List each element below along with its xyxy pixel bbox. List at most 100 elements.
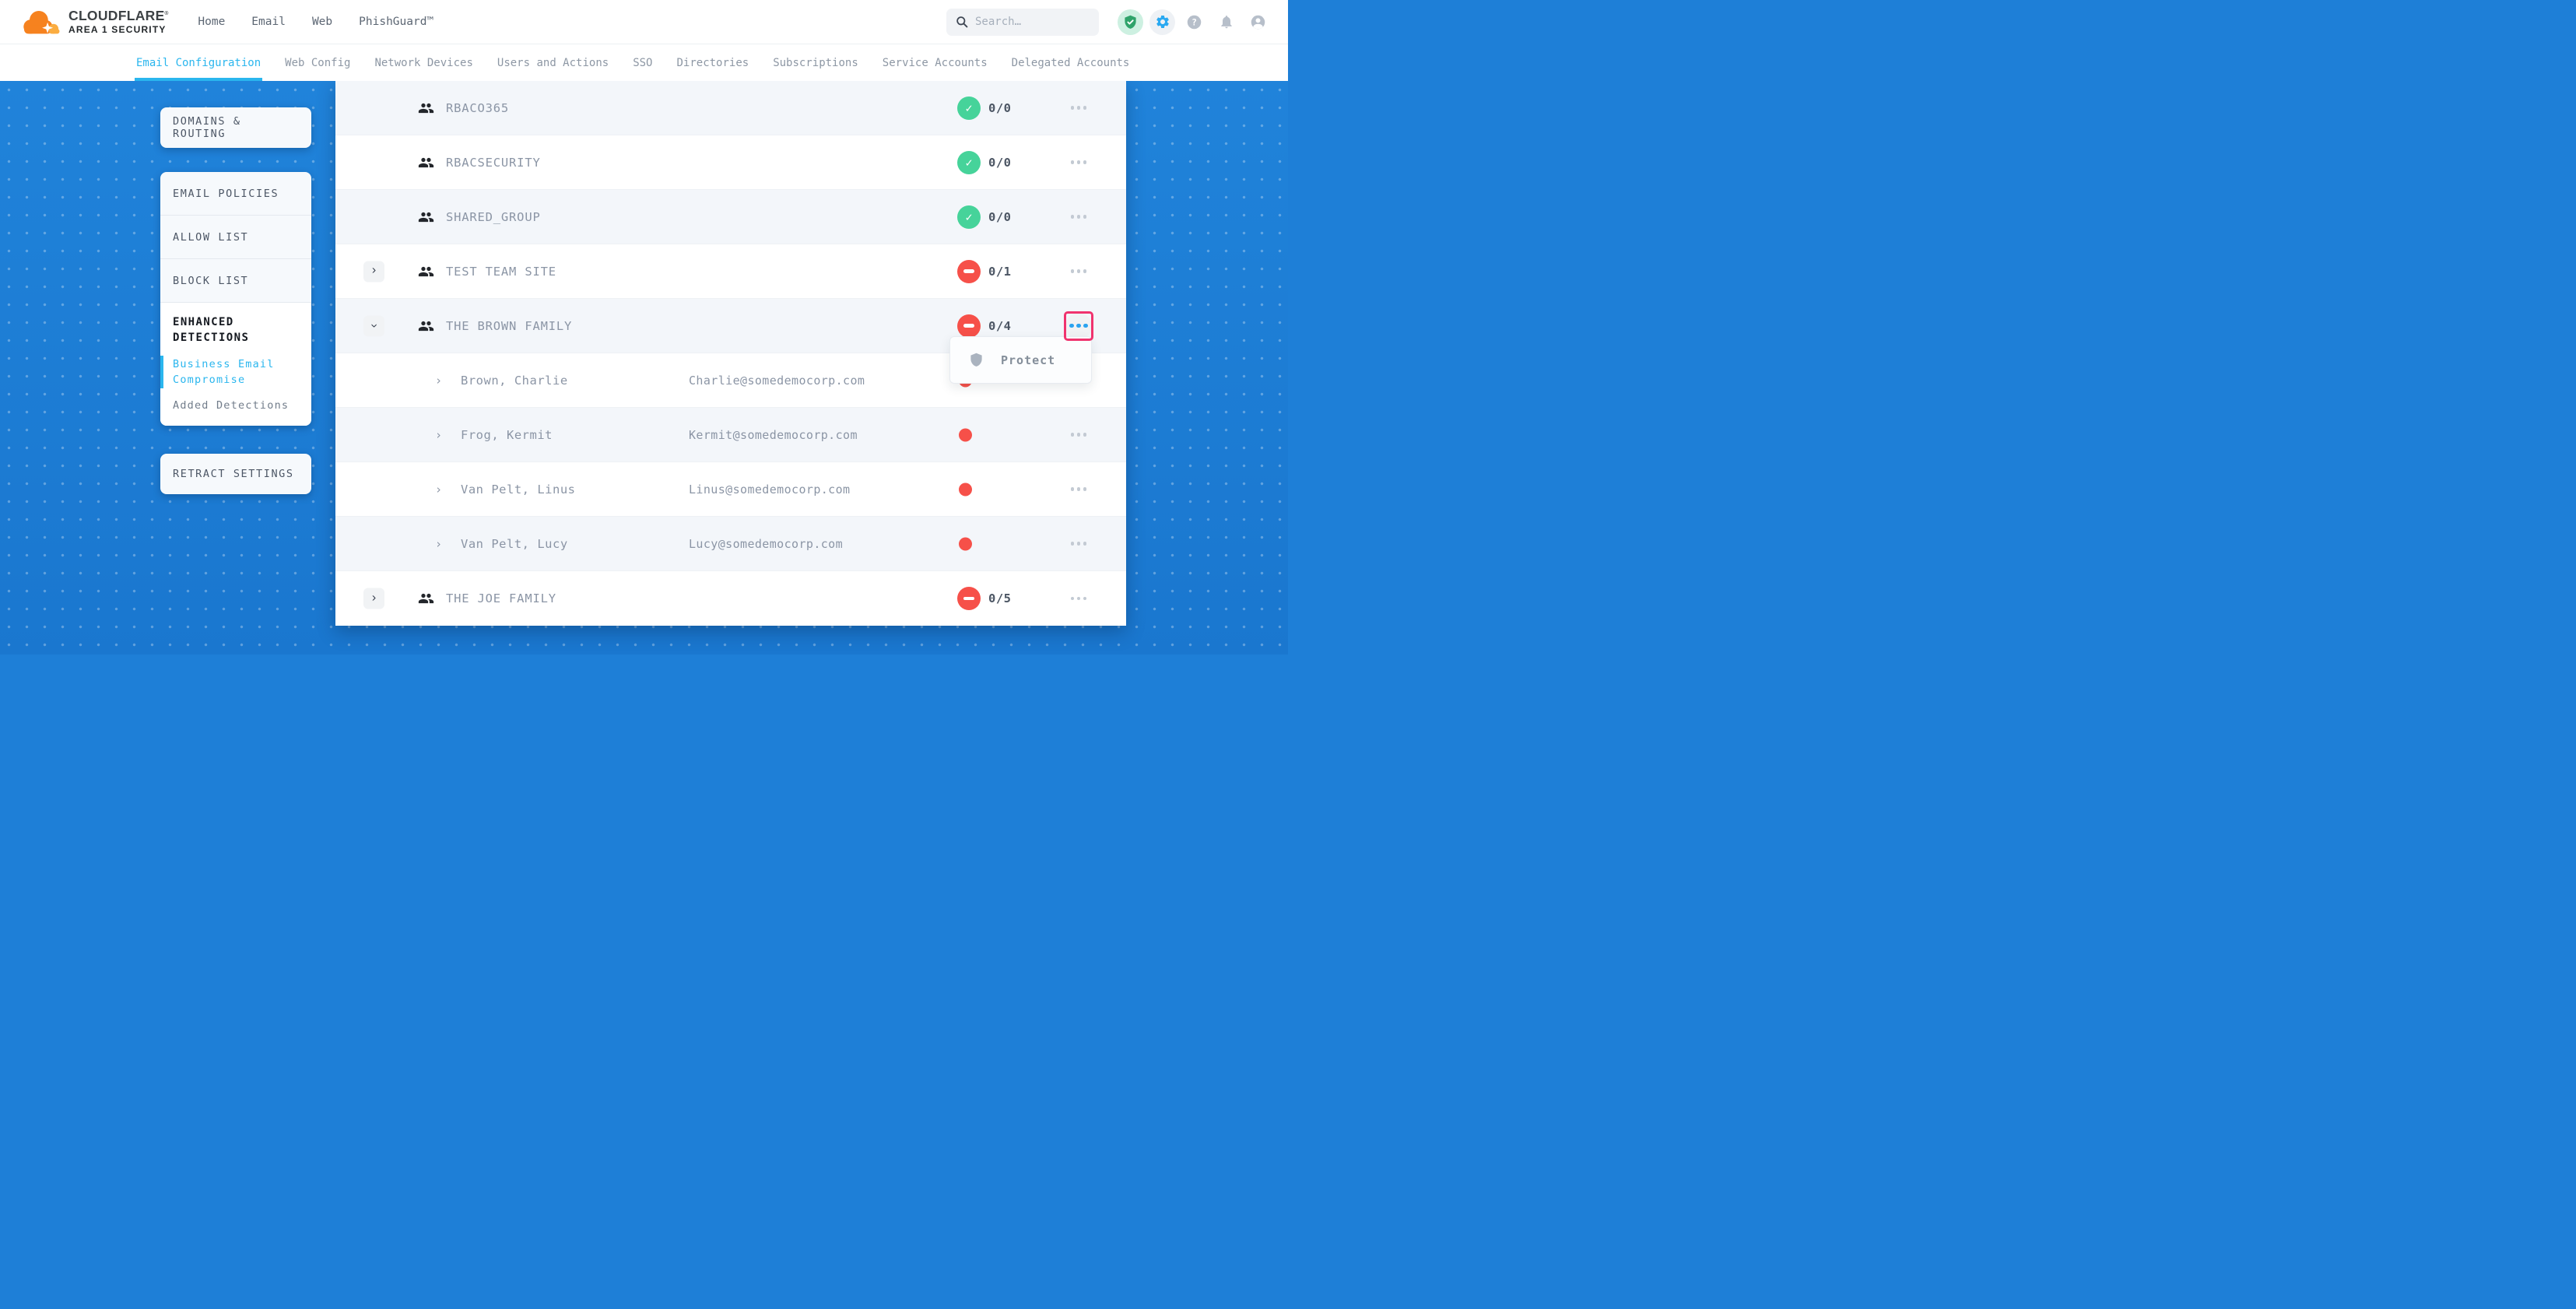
protected-count: 0/0 [988, 156, 1012, 170]
sidebar-item-allow-list[interactable]: ALLOW LIST [160, 216, 311, 259]
protected-count: 0/4 [988, 319, 1012, 333]
sidebar-item-enhanced-detections[interactable]: ENHANCED DETECTIONS [173, 314, 271, 346]
sidebar-card-retract: RETRACT SETTINGS [160, 454, 311, 494]
protected-count: 0/5 [988, 591, 1012, 605]
content-area: DOMAINS & ROUTING EMAIL POLICIES ALLOW L… [0, 81, 1288, 654]
config-tabs: Email Configuration Web Config Network D… [0, 44, 1288, 81]
sidebar: DOMAINS & ROUTING EMAIL POLICIES ALLOW L… [160, 107, 311, 494]
cloudflare-logo[interactable]: CLOUDFLARE® AREA 1 SECURITY [19, 7, 168, 37]
member-email: Linus@somedemocorp.com [689, 483, 850, 497]
logo-subtitle: AREA 1 SECURITY [68, 25, 168, 35]
tab-sso[interactable]: SSO [633, 44, 652, 81]
sidebar-item-business-email-compromise[interactable]: Business Email Compromise [173, 356, 299, 388]
annotation-highlight-box [1064, 311, 1093, 341]
tab-network-devices[interactable]: Network Devices [374, 44, 472, 81]
group-name: RBACO365 [446, 101, 509, 115]
row-menu-button[interactable] [1065, 149, 1092, 176]
table-row-group: RBACSECURITY 0/0 [335, 135, 1126, 190]
row-menu-button[interactable] [1065, 95, 1092, 121]
table-row-group: RBACO365 0/0 [335, 81, 1126, 135]
table-row-member: › Frog, Kermit Kermit@somedemocorp.com [335, 408, 1126, 462]
group-name: TEST TEAM SITE [446, 265, 556, 279]
account-icon[interactable] [1245, 9, 1271, 35]
tab-web-config[interactable]: Web Config [285, 44, 350, 81]
nav-home[interactable]: Home [198, 16, 225, 28]
group-icon [418, 100, 434, 116]
tab-subscriptions[interactable]: Subscriptions [773, 44, 858, 81]
group-icon [418, 591, 434, 607]
member-name: Brown, Charlie [461, 374, 568, 388]
protected-count: 0/0 [988, 101, 1012, 115]
group-name: RBACSECURITY [446, 156, 541, 170]
help-icon[interactable]: ? [1181, 9, 1207, 35]
group-name: SHARED_GROUP [446, 210, 541, 224]
sidebar-item-email-policies[interactable]: EMAIL POLICIES [160, 172, 311, 216]
table-row-group: SHARED_GROUP 0/0 [335, 190, 1126, 244]
sidebar-item-added-detections[interactable]: Added Detections [173, 398, 299, 413]
protected-count: 0/0 [988, 210, 1012, 224]
status-dot [959, 483, 972, 496]
sidebar-item-retract-settings[interactable]: RETRACT SETTINGS [160, 454, 311, 494]
status-dot [959, 537, 972, 550]
sidebar-card-domains: DOMAINS & ROUTING [160, 107, 311, 148]
expand-button[interactable]: › [363, 261, 384, 282]
menu-item-label: Protect [1001, 353, 1055, 367]
app-header: CLOUDFLARE® AREA 1 SECURITY Home Email W… [0, 0, 1288, 44]
sidebar-card-policies: EMAIL POLICIES ALLOW LIST BLOCK LIST ENH… [160, 172, 311, 426]
chevron-right-icon: › [435, 537, 442, 551]
tab-delegated-accounts[interactable]: Delegated Accounts [1012, 44, 1130, 81]
status-dot [959, 428, 972, 441]
table-row-group: › TEST TEAM SITE 0/1 [335, 244, 1126, 299]
sidebar-section-enhanced-detections: ENHANCED DETECTIONS Business Email Compr… [160, 303, 311, 426]
nav-web[interactable]: Web [312, 16, 332, 28]
chevron-right-icon: › [435, 374, 442, 388]
status-badge [957, 587, 981, 610]
nav-phishguard[interactable]: PhishGuard™ [359, 16, 433, 28]
group-icon [418, 263, 434, 279]
member-name: Van Pelt, Linus [461, 483, 575, 497]
header-icons: ? [1118, 9, 1271, 35]
row-menu-button[interactable] [1065, 585, 1092, 612]
sidebar-item-domains-routing[interactable]: DOMAINS & ROUTING [160, 107, 311, 148]
status-badge [957, 314, 981, 338]
status-badge [957, 97, 981, 120]
group-icon [418, 154, 434, 170]
chevron-right-icon: › [435, 483, 442, 497]
row-menu-button[interactable] [1065, 258, 1092, 285]
tab-directories[interactable]: Directories [676, 44, 749, 81]
row-menu-button[interactable] [1065, 422, 1092, 448]
status-badge [957, 151, 981, 174]
group-name: THE BROWN FAMILY [446, 319, 572, 333]
menu-item-protect[interactable]: Protect [950, 337, 1091, 383]
logo-title: CLOUDFLARE® [68, 9, 168, 23]
context-menu: Protect [949, 336, 1092, 384]
member-name: Van Pelt, Lucy [461, 537, 568, 551]
member-email: Kermit@somedemocorp.com [689, 428, 858, 442]
table-row-group: › THE JOE FAMILY 0/5 [335, 571, 1126, 626]
group-icon [418, 209, 434, 225]
tab-service-accounts[interactable]: Service Accounts [883, 44, 988, 81]
member-email: Lucy@somedemocorp.com [689, 537, 843, 551]
search-input[interactable] [975, 16, 1084, 28]
cloudflare-cloud-icon [19, 7, 62, 37]
expand-button[interactable]: › [363, 588, 384, 609]
row-menu-button[interactable] [1065, 204, 1092, 230]
status-badge [957, 205, 981, 229]
tab-email-configuration[interactable]: Email Configuration [136, 44, 261, 81]
status-badge [957, 260, 981, 283]
expand-button[interactable]: › [363, 315, 384, 336]
table-row-member: › Van Pelt, Linus Linus@somedemocorp.com [335, 462, 1126, 517]
search-box[interactable] [946, 9, 1099, 36]
shield-check-icon[interactable] [1118, 9, 1143, 35]
member-email: Charlie@somedemocorp.com [689, 374, 865, 388]
top-nav: Home Email Web PhishGuard™ [198, 16, 433, 28]
row-menu-button[interactable] [1065, 476, 1092, 503]
group-icon [418, 318, 434, 334]
nav-email[interactable]: Email [251, 16, 286, 28]
row-menu-button[interactable] [1065, 531, 1092, 557]
sidebar-item-block-list[interactable]: BLOCK LIST [160, 259, 311, 303]
gear-icon[interactable] [1149, 9, 1175, 35]
chevron-down-icon: › [367, 324, 380, 328]
tab-users-and-actions[interactable]: Users and Actions [497, 44, 609, 81]
bell-icon[interactable] [1213, 9, 1239, 35]
